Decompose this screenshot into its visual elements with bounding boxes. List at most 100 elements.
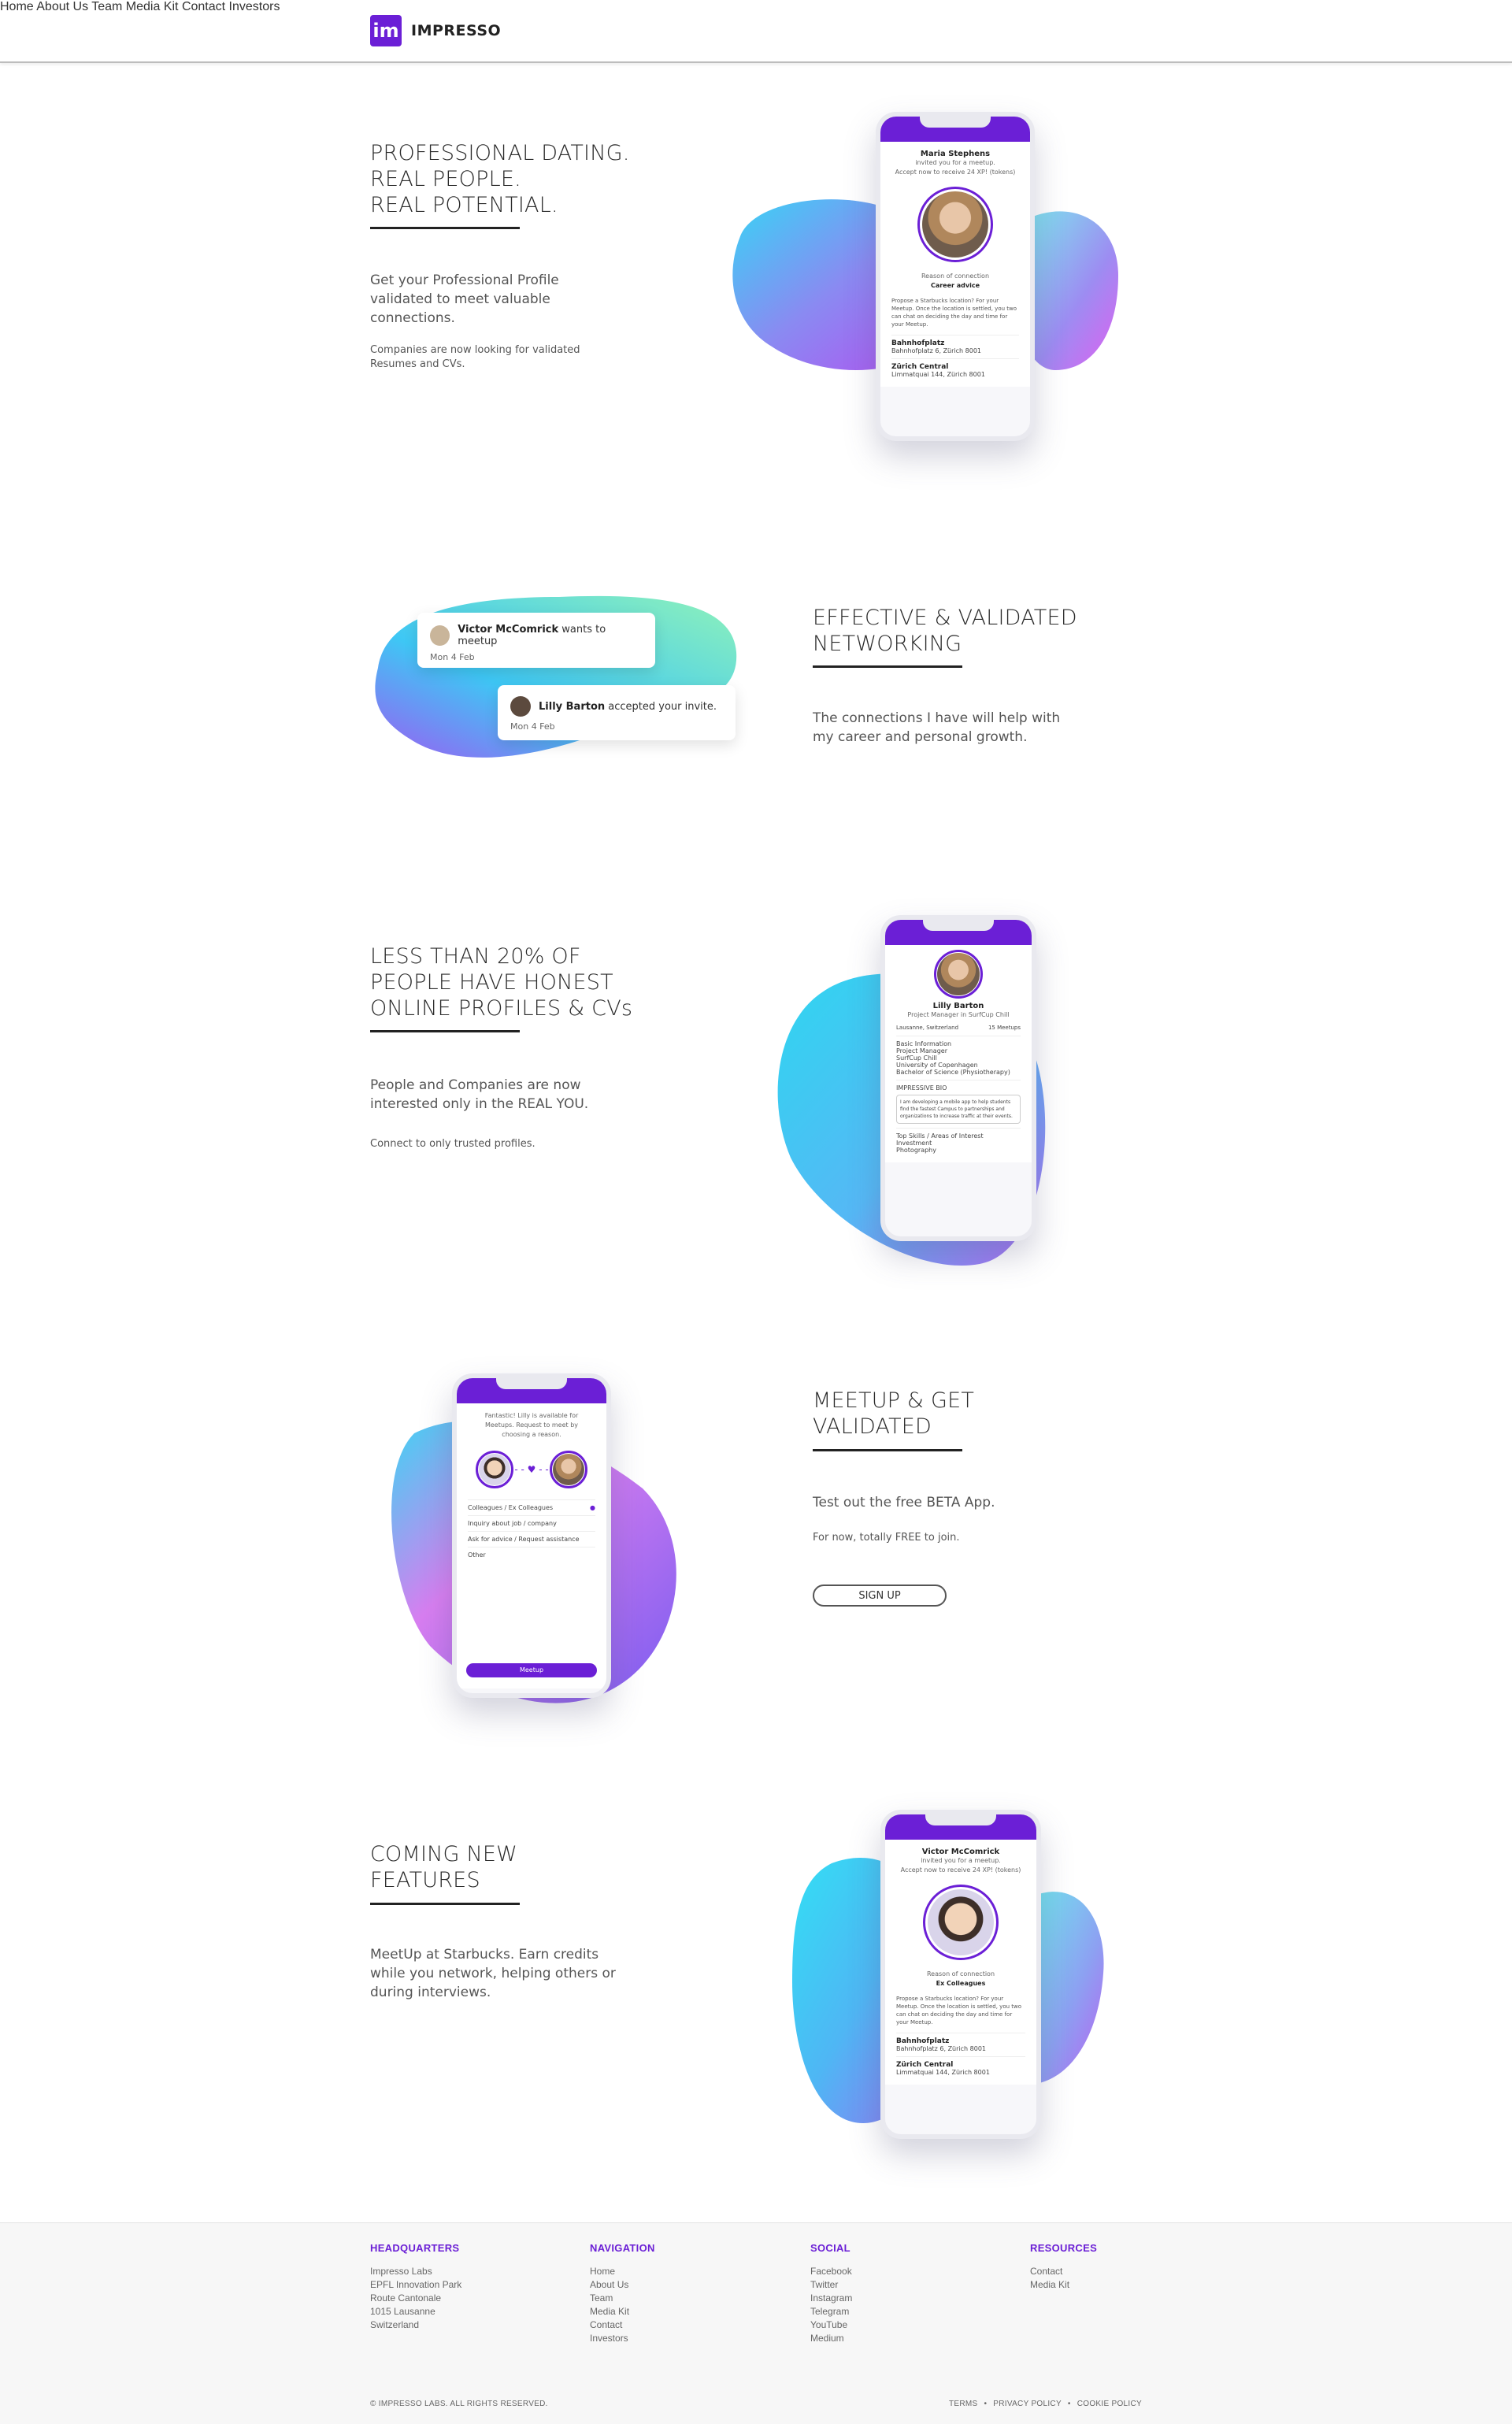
bio-text: I am developing a mobile app to help stu… — [896, 1095, 1021, 1124]
footer-link[interactable]: YouTube — [810, 2318, 852, 2332]
terms-link[interactable]: TERMS — [949, 2400, 978, 2408]
honest-profiles-lead: People and Companies are now interested … — [370, 1076, 588, 1114]
hero-title-line: REAL POTENTIAL. — [370, 193, 558, 217]
invite-text: invited you for a meetup. — [915, 159, 995, 166]
phone-notch — [925, 1814, 996, 1825]
footer-link[interactable]: Home — [590, 2265, 655, 2278]
bio-section: IMPRESSIVE BIO I am developing a mobile … — [896, 1080, 1021, 1128]
hero-note-line: Companies are now looking for validated — [370, 344, 580, 356]
hero-lead-line: connections. — [370, 310, 455, 326]
location-item[interactable]: Zürich Central Limmatquai 144, Zürich 800… — [896, 2056, 1025, 2080]
separator: • — [984, 2400, 988, 2408]
location-address: Bahnhofplatz 6, Zürich 8001 — [891, 347, 982, 354]
footer-link[interactable]: Contact — [590, 2318, 655, 2332]
section-lead-line: People and Companies are now — [370, 1077, 581, 1093]
reason-option[interactable]: Colleagues / Ex Colleagues ● — [468, 1499, 595, 1515]
nav-investors[interactable]: Investors — [229, 0, 280, 13]
reason-label: Reason of connection — [921, 272, 990, 280]
footer-link[interactable]: Twitter — [810, 2278, 852, 2292]
coming-features-title: COMING NEW FEATURES — [370, 1841, 517, 1893]
nav-team[interactable]: Team — [91, 0, 122, 13]
title-underline — [370, 1030, 520, 1032]
footer-text: Impresso Labs — [370, 2266, 432, 2277]
footer-heading: RESOURCES — [1030, 2242, 1098, 2254]
info-item: University of Copenhagen — [896, 1062, 978, 1069]
section-title-line: ONLINE PROFILES & CVs — [370, 996, 633, 1021]
privacy-link[interactable]: PRIVACY POLICY — [993, 2400, 1062, 2408]
nav-about[interactable]: About Us — [36, 0, 88, 13]
reason-option[interactable]: Other — [468, 1547, 595, 1562]
legal-links: TERMS • PRIVACY POLICY • COOKIE POLICY — [949, 2400, 1142, 2408]
reason-option-label: Colleagues / Ex Colleagues — [468, 1504, 554, 1511]
honest-profiles-title: LESS THAN 20% OF PEOPLE HAVE HONEST ONLI… — [370, 943, 632, 1021]
nav-contact[interactable]: Contact — [182, 0, 225, 13]
location-address: Limmatquai 144, Zürich 8001 — [896, 2069, 990, 2076]
footer-link[interactable]: Facebook — [810, 2265, 852, 2278]
avatar-photo — [922, 191, 988, 258]
nav-home[interactable]: Home — [0, 0, 34, 13]
honest-profiles-note: Connect to only trusted profiles. — [370, 1138, 536, 1150]
invite-text: invited you for a meetup. — [921, 1857, 1001, 1864]
notification-text: Victor McComrick wants to meetup — [458, 624, 643, 647]
link-icon: - - ♥ - - — [514, 1464, 549, 1475]
footer-link[interactable]: Telegram — [810, 2305, 852, 2318]
section-title-line: MEETUP & GET — [813, 1388, 975, 1413]
footer-social: SOCIAL Facebook Twitter Instagram Telegr… — [810, 2242, 852, 2345]
footer-heading: HEADQUARTERS — [370, 2242, 460, 2254]
reason-option[interactable]: Ask for advice / Request assistance — [468, 1531, 595, 1547]
nav-media-kit[interactable]: Media Kit — [126, 0, 179, 13]
footer-link[interactable]: Media Kit — [1030, 2278, 1097, 2292]
phone-notch — [923, 920, 994, 931]
sign-up-button[interactable]: SIGN UP — [813, 1584, 947, 1607]
footer-link[interactable]: Media Kit — [590, 2305, 655, 2318]
phone-notch — [496, 1378, 567, 1389]
footer-text: Route Cantonale — [370, 2292, 442, 2304]
footer-link[interactable]: Investors — [590, 2332, 655, 2345]
phone-header-bar — [880, 117, 1030, 142]
reason-label: Reason of connection — [926, 1970, 995, 1977]
main-nav: Home About Us Team Media Kit Contact Inv… — [0, 0, 1512, 14]
phone-screen: Maria Stephens invited you for a meetup.… — [880, 142, 1030, 387]
location-item[interactable]: Zürich Central Limmatquai 144, Zürich 800… — [891, 358, 1019, 382]
section-title-line: COMING NEW — [370, 1842, 518, 1866]
footer-link[interactable]: Contact — [1030, 2265, 1097, 2278]
avatar — [550, 1451, 587, 1488]
section-lead-line: The connections I have will help with — [813, 710, 1061, 726]
section-title-line: EFFECTIVE & VALIDATED — [813, 606, 1077, 630]
profile-meetups: 15 Meetups — [988, 1025, 1021, 1031]
site-footer: HEADQUARTERS Impresso Labs EPFL Innovati… — [0, 2222, 1512, 2424]
logo[interactable]: im IMPRESSO — [370, 15, 501, 46]
footer-text: EPFL Innovation Park — [370, 2279, 462, 2290]
footer-headquarters: HEADQUARTERS Impresso Labs EPFL Innovati… — [370, 2242, 461, 2332]
phone-screen: Victor McComrick invited you for a meetu… — [885, 1840, 1036, 2085]
reason-option[interactable]: Inquiry about job / company — [468, 1515, 595, 1531]
notification-row: Lilly Barton accepted your invite. — [510, 696, 723, 717]
avatar-photo — [479, 1454, 510, 1485]
footer-resources: RESOURCES Contact Media Kit — [1030, 2242, 1097, 2292]
networking-lead: The connections I have will help with my… — [813, 709, 1060, 747]
avatar — [476, 1451, 513, 1488]
section-lead-line: interested only in the REAL YOU. — [370, 1096, 589, 1112]
meetup-notification[interactable]: Victor McComrick wants to meetup Mon 4 F… — [417, 613, 655, 668]
footer-link[interactable]: Medium — [810, 2332, 852, 2345]
accepted-notification[interactable]: Lilly Barton accepted your invite. Mon 4… — [498, 685, 736, 740]
bio-label: IMPRESSIVE BIO — [896, 1084, 947, 1092]
title-underline — [370, 1903, 520, 1905]
invite-accept: Accept now to receive 24 XP! (tokens) — [895, 169, 1016, 176]
notification-date: Mon 4 Feb — [430, 652, 475, 662]
footer-heading: NAVIGATION — [590, 2242, 655, 2254]
section-title-line: FEATURES — [370, 1868, 480, 1892]
copyright: © IMPRESSO LABS. ALL RIGHTS RESERVED. — [370, 2400, 548, 2408]
avatar — [917, 187, 993, 262]
footer-link[interactable]: Team — [590, 2292, 655, 2305]
meetup-button[interactable]: Meetup — [466, 1663, 597, 1677]
location-item[interactable]: Bahnhofplatz Bahnhofplatz 6, Zürich 8001 — [891, 335, 1019, 358]
phone-header-bar — [885, 1814, 1036, 1840]
footer-link[interactable]: About Us — [590, 2278, 655, 2292]
footer-link[interactable]: Instagram — [810, 2292, 852, 2305]
hero-note: Companies are now looking for validated … — [370, 343, 580, 372]
check-icon: ● — [590, 1504, 595, 1511]
cookie-link[interactable]: COOKIE POLICY — [1077, 2400, 1142, 2408]
invite-name: Victor McComrick — [921, 1848, 1000, 1856]
location-item[interactable]: Bahnhofplatz Bahnhofplatz 6, Zürich 8001 — [896, 2033, 1025, 2056]
